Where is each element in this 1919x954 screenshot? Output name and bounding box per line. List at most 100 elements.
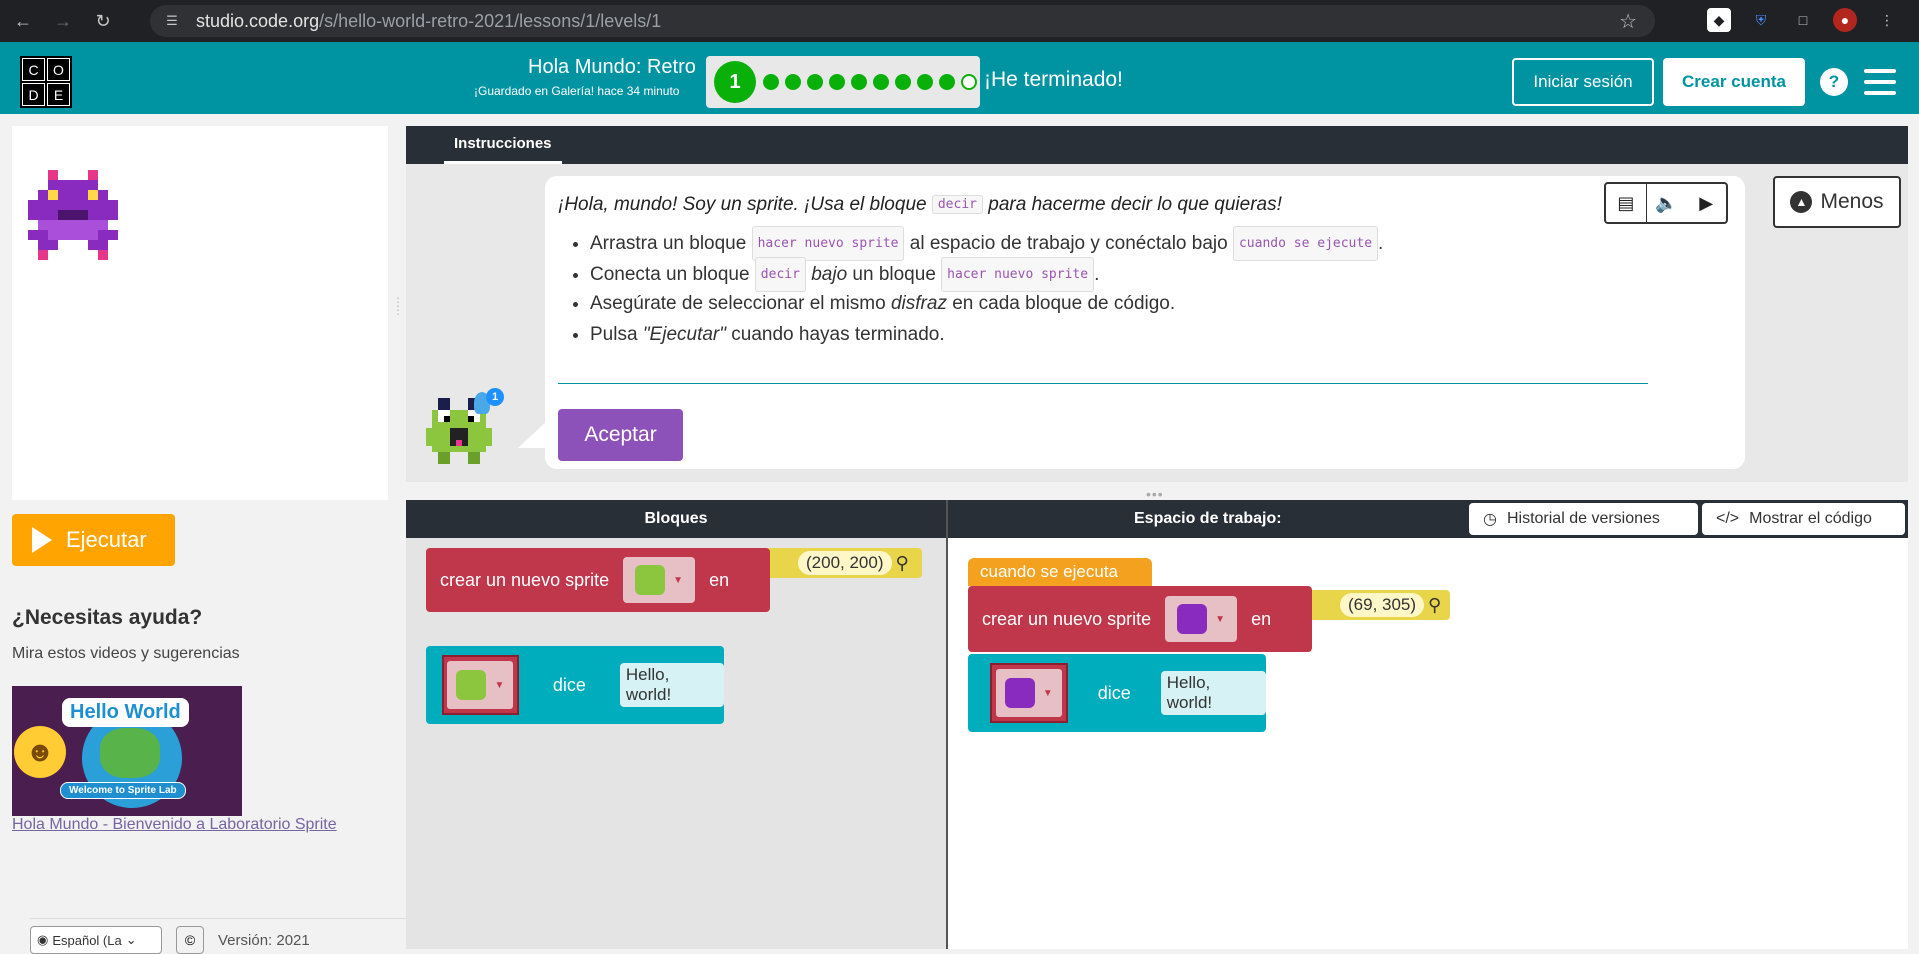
workspace-header-label: Espacio de trabajo: (1134, 510, 1282, 527)
bookmark-star-icon[interactable]: ☆ (1619, 9, 1637, 34)
hamburger-menu-icon[interactable] (1864, 69, 1896, 95)
language-select[interactable]: ◉ Español (La ⌄ (30, 926, 162, 954)
code-chip: hacer nuevo sprite (941, 257, 1095, 292)
say-text-input[interactable]: Hello, world! (1160, 671, 1266, 715)
instructions-tabbar: Instrucciones (406, 126, 1908, 164)
level-dot[interactable] (763, 74, 779, 90)
block-label: crear un nuevo sprite (440, 569, 610, 590)
text-to-speech-icon[interactable]: ▤ (1606, 184, 1647, 222)
site-settings-icon[interactable]: ☰ (162, 11, 182, 31)
sprite-stage[interactable] (12, 126, 388, 500)
block-label: crear un nuevo sprite (982, 608, 1152, 629)
speaker-icon[interactable]: 🔈 (1647, 184, 1687, 222)
level-dot[interactable] (895, 74, 911, 90)
level-progress: 1 (706, 56, 980, 108)
saved-status: ¡Guardado en Galería! hace 34 minuto (474, 84, 680, 98)
level-dot[interactable] (785, 74, 801, 90)
instructions-list: Arrastra un bloque hacer nuevo sprite al… (590, 226, 1383, 350)
sprite-costume-picker[interactable]: ▼ (623, 557, 696, 603)
resize-handle[interactable]: ⋮ ⋮ (392, 296, 404, 316)
green-sprite-icon (456, 670, 487, 700)
reload-icon[interactable]: ↻ (86, 4, 120, 38)
video-sub-banner: Welcome to Sprite Lab (60, 782, 186, 799)
level-dot[interactable] (873, 74, 889, 90)
workspace-coordinate-block[interactable]: (69, 305) ⚲ (1302, 590, 1450, 620)
current-level-bubble[interactable]: 1 (714, 61, 756, 103)
version-text: Versión: 2021 (218, 932, 310, 949)
show-code-button[interactable]: </> Mostrar el código (1702, 503, 1905, 535)
help-subtitle: Mira estos videos y sugerencias (12, 645, 240, 662)
signin-button[interactable]: Iniciar sesión (1512, 58, 1654, 106)
sprite-costume-picker[interactable]: ▼ (442, 655, 519, 715)
blocks-header: Bloques (644, 510, 708, 527)
coordinate-value[interactable]: (69, 305) (1340, 593, 1425, 617)
tab-instructions[interactable]: Instrucciones (444, 126, 562, 164)
bubble-tail (518, 420, 548, 448)
say-text-input[interactable]: Hello, world! (619, 663, 724, 707)
globe-icon: ◉ (37, 932, 49, 947)
back-icon[interactable]: ← (6, 4, 40, 38)
forward-icon[interactable]: → (46, 4, 80, 38)
video-title-bubble: Hello World (62, 698, 189, 727)
play-audio-icon[interactable]: ▶ (1686, 184, 1726, 222)
collapse-instructions-button[interactable]: ▲ Menos (1773, 176, 1901, 228)
green-sprite-icon (635, 565, 666, 595)
signup-button[interactable]: Crear cuenta (1663, 58, 1805, 106)
clock-icon: ◷ (1483, 511, 1497, 528)
level-dot[interactable] (829, 74, 845, 90)
run-label: Ejecutar (66, 527, 147, 552)
run-button[interactable]: Ejecutar (12, 514, 175, 566)
toolbox-create-sprite-block[interactable]: crear un nuevo sprite ▼ en (426, 548, 770, 612)
logo-letter: D (22, 83, 45, 106)
instruction-item: Conecta un bloque decir bajo un bloque h… (590, 257, 1383, 292)
level-dot[interactable] (939, 74, 955, 90)
sprite-costume-picker[interactable]: ▼ (1165, 596, 1238, 642)
location-pin-icon: ⚲ (895, 552, 909, 573)
instr-text: Pulsa (590, 324, 643, 345)
level-dot[interactable] (917, 74, 933, 90)
profile-avatar[interactable]: ● (1833, 8, 1857, 32)
toolbox-coordinate-block[interactable]: (200, 200) ⚲ (760, 548, 922, 578)
sprite-costume-picker[interactable]: ▼ (990, 663, 1068, 723)
instr-text: . (1094, 264, 1100, 285)
puzzle-icon[interactable]: □ (1791, 8, 1815, 32)
code-logo[interactable]: C O D E (20, 56, 72, 108)
extensions-area: ◆ ⛨ □ ● ⋮ (1707, 8, 1899, 32)
language-value: Español (La (52, 932, 122, 948)
version-history-button[interactable]: ◷ Historial de versiones (1469, 503, 1698, 535)
accept-button[interactable]: Aceptar (558, 409, 683, 461)
coordinate-value[interactable]: (200, 200) (798, 551, 892, 575)
instr-text: cuando hayas terminado. (726, 324, 945, 345)
when-run-event-block[interactable]: cuando se ejecuta (968, 558, 1152, 586)
toolbox-say-block[interactable]: ▼ dice Hello, world! (426, 646, 724, 724)
help-icon[interactable]: ? (1820, 68, 1848, 96)
instr-emphasis: "Ejecutar" (642, 324, 727, 345)
block-label: cuando se ejecuta (980, 562, 1118, 581)
progress-dots (763, 74, 977, 90)
purple-sprite-icon (28, 170, 118, 260)
hint-count-badge: 1 (486, 388, 504, 406)
level-dot[interactable] (851, 74, 867, 90)
video-thumbnail[interactable]: Hello World Welcome to Sprite Lab ☻ (12, 686, 242, 816)
shield-extension-icon[interactable]: ⛨ (1749, 8, 1773, 32)
block-label: en (1251, 608, 1272, 629)
finished-link[interactable]: ¡He terminado! (984, 68, 1123, 92)
address-bar[interactable]: ☰ studio.code.org/s/hello-world-retro-20… (150, 5, 1655, 37)
extension-icon[interactable]: ◆ (1707, 8, 1731, 32)
version-history-label: Historial de versiones (1506, 510, 1660, 527)
chevron-up-icon: ▲ (1790, 191, 1813, 213)
workspace-say-block[interactable]: ▼ dice Hello, world! (968, 654, 1266, 732)
instr-text: un bloque (847, 264, 942, 285)
menu-kebab-icon[interactable]: ⋮ (1875, 8, 1899, 32)
less-label: Menos (1820, 190, 1884, 213)
location-pin-icon: ⚲ (1428, 594, 1442, 615)
workspace-create-sprite-block[interactable]: crear un nuevo sprite ▼ en (968, 586, 1312, 652)
lesson-title[interactable]: Hola Mundo: Retro (528, 56, 696, 79)
chevron-down-icon: ⌄ (125, 932, 137, 947)
level-dot[interactable] (961, 74, 977, 90)
audio-controls: ▤ 🔈 ▶ (1604, 182, 1728, 224)
url-host: studio.code.org (196, 10, 320, 31)
copyright-button[interactable]: © (176, 926, 204, 954)
level-dot[interactable] (807, 74, 823, 90)
video-link[interactable]: Hola Mundo - Bienvenido a Laboratorio Sp… (12, 816, 337, 834)
